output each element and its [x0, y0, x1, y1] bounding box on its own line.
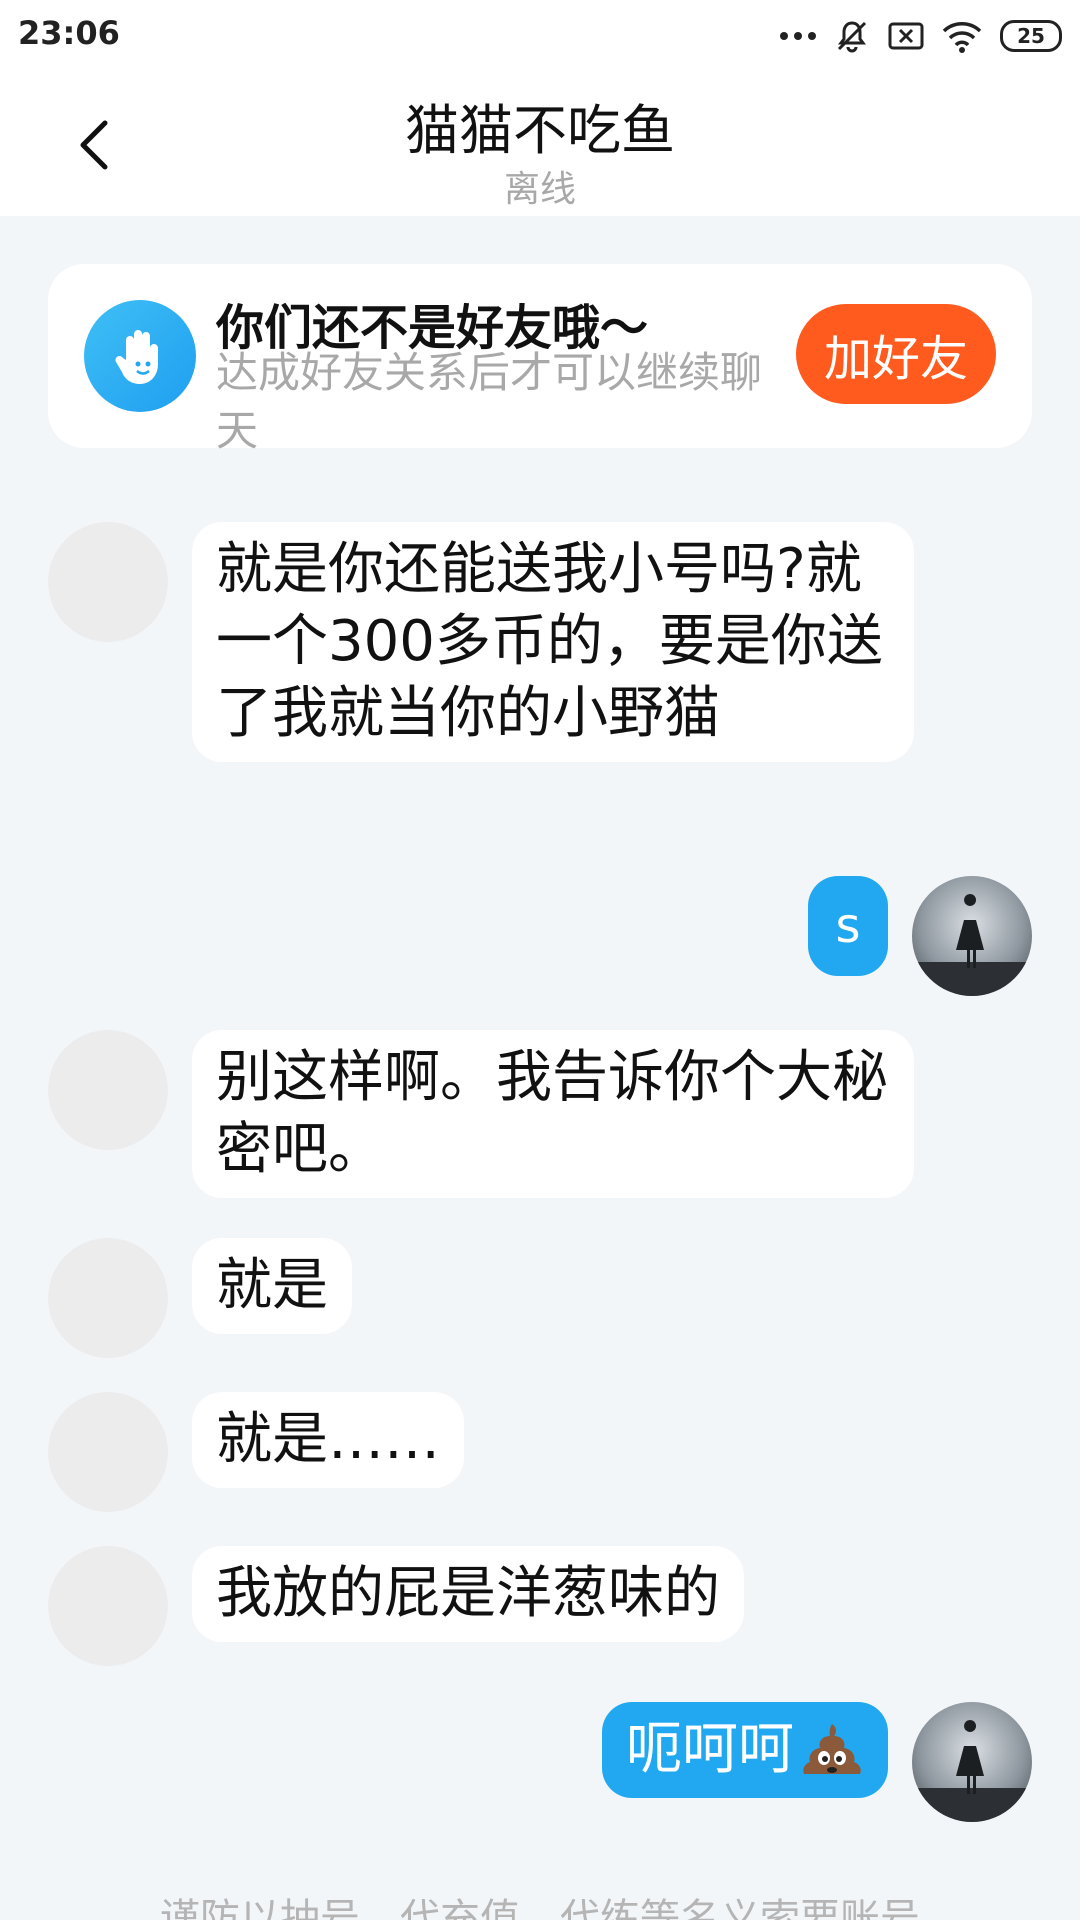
- mute-bell-icon: [837, 21, 867, 53]
- not-friend-desc: 达成好友关系后才可以继续聊天: [216, 348, 763, 455]
- more-dots-icon: [780, 32, 816, 40]
- contact-avatar[interactable]: [48, 1030, 168, 1150]
- message-row: 我放的屁是洋葱味的: [0, 1546, 1080, 1666]
- contact-avatar[interactable]: [48, 1238, 168, 1358]
- add-friend-button[interactable]: 加好友: [796, 304, 996, 404]
- message-row: s: [0, 876, 1080, 996]
- message-bubble[interactable]: 就是: [192, 1238, 352, 1334]
- message-bubble[interactable]: s: [808, 876, 888, 976]
- safety-notice: 谨防以抽号、代充值、代练等名义索要账号: [160, 1896, 920, 1920]
- message-bubble[interactable]: 就是你还能送我小号吗?就一个300多币的，要是你送了我就当你的小野猫: [192, 522, 914, 762]
- chat-header: 猫猫不吃鱼 离线: [0, 72, 1080, 216]
- battery-icon: 25: [1000, 20, 1062, 52]
- status-icons: 25: [780, 14, 1062, 58]
- message-text: 呃呵呵: [626, 1717, 794, 1782]
- message-bubble[interactable]: 呃呵呵: [602, 1702, 888, 1798]
- message-bubble[interactable]: 就是……: [192, 1392, 464, 1488]
- poop-icon: [800, 1718, 864, 1782]
- contact-avatar[interactable]: [48, 1392, 168, 1512]
- self-avatar[interactable]: [912, 1702, 1032, 1822]
- message-row: 就是: [0, 1238, 1080, 1358]
- message-row: 就是你还能送我小号吗?就一个300多币的，要是你送了我就当你的小野猫: [0, 522, 1080, 842]
- hand-wave-icon: [84, 300, 196, 412]
- message-row: 就是……: [0, 1392, 1080, 1512]
- message-row: 呃呵呵: [0, 1702, 1080, 1822]
- contact-name: 猫猫不吃鱼: [405, 99, 675, 162]
- contact-avatar[interactable]: [48, 522, 168, 642]
- not-friend-card: 你们还不是好友哦～ 达成好友关系后才可以继续聊天 加好友: [48, 264, 1032, 455]
- sim-error-icon: [888, 22, 924, 50]
- status-time: 23:06: [18, 14, 120, 52]
- message-bubble[interactable]: 别这样啊。我告诉你个大秘密吧。: [192, 1030, 914, 1198]
- self-avatar[interactable]: [912, 876, 1032, 996]
- status-bar: 23:06 25: [0, 0, 1080, 72]
- message-bubble[interactable]: 我放的屁是洋葱味的: [192, 1546, 744, 1642]
- contact-status: 离线: [503, 169, 576, 210]
- message-row: 别这样啊。我告诉你个大秘密吧。: [0, 1030, 1080, 1200]
- contact-avatar[interactable]: [48, 1546, 168, 1666]
- wifi-icon: [942, 22, 982, 53]
- chat-area[interactable]: 你们还不是好友哦～ 达成好友关系后才可以继续聊天 加好友 就是你还能送我小号吗?…: [0, 216, 1080, 1920]
